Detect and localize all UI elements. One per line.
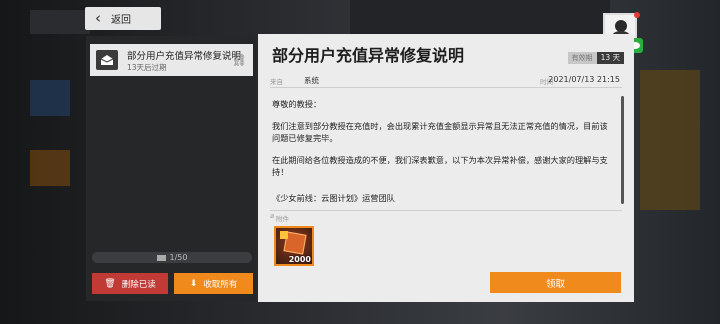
- mail-paragraph-2: 在此期间给各位教授造成的不便，我们深表歉意，以下为本次异常补偿，感谢大家的理解与…: [272, 155, 608, 177]
- delete-read-label: 删除已读: [121, 279, 156, 290]
- back-label: 返回: [111, 15, 131, 26]
- validity-label: 有效期: [567, 52, 597, 64]
- delete-read-button[interactable]: 🗑 删除已读: [92, 273, 168, 294]
- claim-all-label: 收取所有: [203, 279, 238, 290]
- scrollbar[interactable]: [621, 96, 624, 204]
- validity-badge: 有效期 13 天: [567, 52, 624, 64]
- claim-button[interactable]: 领取: [490, 272, 621, 293]
- attachment-header: ⌀ 附件: [270, 210, 622, 223]
- paperclip-icon: ⌀: [270, 212, 275, 220]
- mail-item-title: 部分用户充值异常修复说明: [127, 51, 242, 62]
- validity-value: 13 天: [596, 52, 624, 64]
- mail-count: 1/50: [169, 253, 188, 262]
- mail-count-bar: 1/50: [92, 252, 252, 263]
- mail-signature: 《少女前线：云图计划》运营团队: [272, 193, 395, 203]
- chevron-left-icon: ‹: [95, 9, 101, 27]
- mail-title: 部分用户充值异常修复说明: [272, 46, 465, 65]
- mail-detail-panel: 部分用户充值异常修复说明 有效期 13 天 来自 系统 时间 2021/07/1…: [258, 34, 634, 302]
- mail-meta: 来自 系统 时间 2021/07/13 21:15: [270, 75, 622, 88]
- notification-dot: [634, 12, 640, 18]
- mail-paragraph-1: 我们注意到部分教授在充值时，会出现累计充值金额显示异常且无法正常充值的情况，目前…: [272, 121, 608, 143]
- attachment-item[interactable]: 2000: [274, 226, 314, 266]
- back-button[interactable]: ‹ 返回: [85, 7, 161, 30]
- claim-all-button[interactable]: ⬇ 收取所有: [174, 273, 253, 294]
- claim-label: 领取: [545, 278, 565, 290]
- attachment-quantity: 2000: [288, 255, 311, 264]
- sender-label: 来自: [270, 78, 283, 86]
- time-value: 2021/07/13 21:15: [548, 75, 620, 84]
- sender-value: 系统: [304, 76, 319, 85]
- mail-item-expire: 13天后过期: [127, 63, 167, 72]
- envelope-icon: [156, 254, 166, 261]
- mail-list-item[interactable]: 部分用户充值异常修复说明 13天后过期 ⛓: [90, 44, 253, 76]
- trash-icon: 🗑: [104, 278, 116, 289]
- mail-open-icon: [96, 50, 118, 70]
- mail-greeting: 尊敬的教授：: [272, 99, 322, 109]
- link-icon: ⛓: [231, 53, 247, 67]
- download-icon: ⬇: [189, 278, 198, 289]
- attachment-label: 附件: [276, 215, 289, 223]
- mail-body: 尊敬的教授： 我们注意到部分教授在充值时，会出现累计充值金额显示异常且无法正常充…: [272, 98, 612, 214]
